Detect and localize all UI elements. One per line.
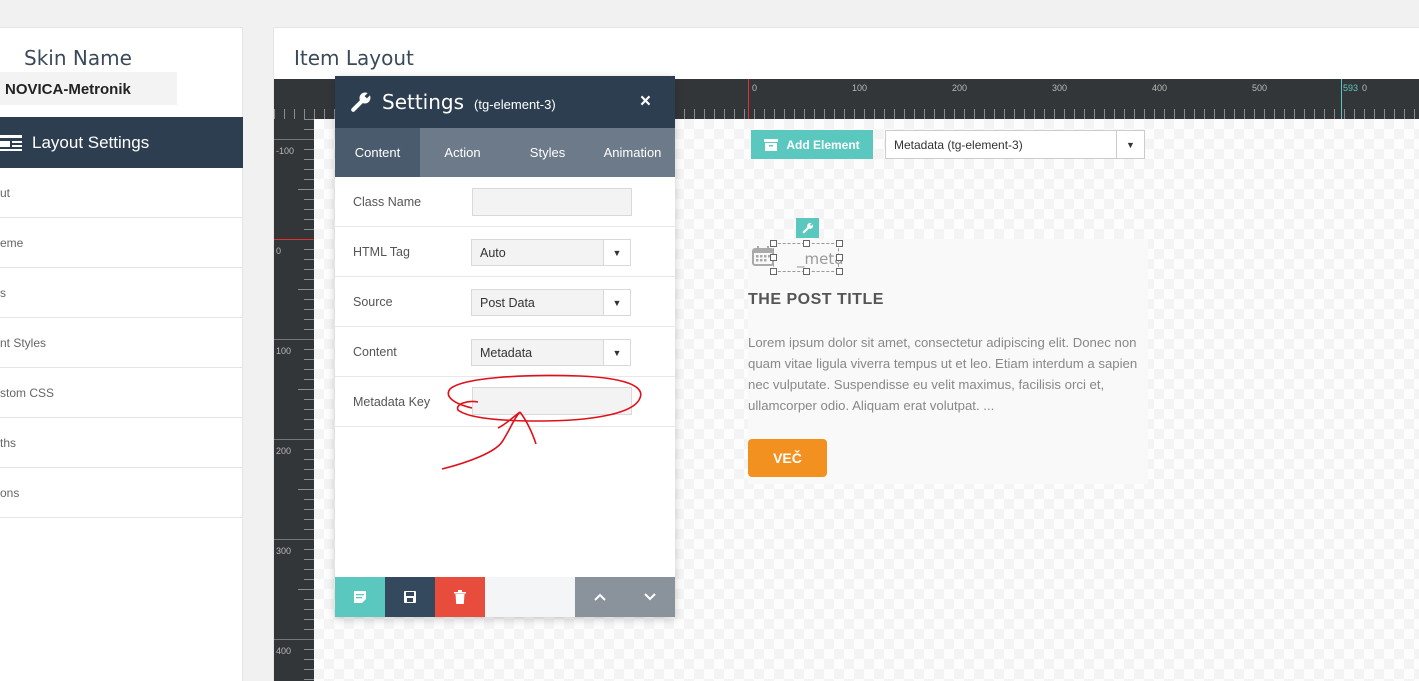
resize-handle[interactable]	[770, 254, 777, 261]
caret-down-icon: ▼	[603, 290, 630, 315]
source-label: Source	[353, 295, 393, 309]
settings-panel: Settings (tg-element-3) × Content Action…	[335, 76, 675, 617]
ruler-top-label: 593	[1343, 83, 1359, 93]
settings-title: Settings	[382, 90, 465, 114]
save-icon	[404, 591, 416, 603]
field-row-content: Content Metadata ▼	[335, 327, 675, 377]
side-item-paths[interactable]: ths	[0, 418, 243, 468]
layout-settings-item[interactable]: Layout Settings	[0, 117, 243, 168]
archive-icon	[764, 138, 779, 151]
caret-down-icon: ▼	[603, 340, 630, 365]
html-tag-select[interactable]: Auto ▼	[471, 239, 631, 266]
resize-handle[interactable]	[803, 268, 810, 275]
wrench-icon	[351, 92, 371, 112]
ruler-top-label: 300	[1052, 83, 1068, 93]
ruler-left-label: 200	[276, 446, 292, 456]
tab-action[interactable]: Action	[420, 128, 505, 177]
ruler-left-label: 100	[276, 346, 292, 356]
left-panel: Skin Name NOVICA-Metronik Layout Setting…	[0, 27, 243, 681]
field-row-metadata-key: Metadata Key	[335, 377, 675, 427]
ruler-left-label: 300	[276, 546, 292, 556]
post-title[interactable]: THE POST TITLE	[748, 291, 884, 309]
ruler-origin-marker	[274, 239, 314, 240]
content-value: Metadata	[480, 346, 533, 360]
ruler-origin-marker	[748, 79, 749, 119]
source-value: Post Data	[480, 296, 535, 310]
resize-handle[interactable]	[770, 268, 777, 275]
note-button[interactable]	[335, 577, 385, 617]
layout-settings-label: Layout Settings	[32, 132, 150, 152]
metadata-key-label: Metadata Key	[353, 395, 431, 409]
chevron-up-icon	[594, 593, 606, 601]
read-more-button[interactable]: VEČ	[748, 439, 827, 477]
skin-name-field[interactable]: NOVICA-Metronik	[0, 72, 177, 105]
side-item-custom-css[interactable]: stom CSS	[0, 368, 243, 418]
chevron-down-icon	[644, 593, 656, 601]
field-row-source: Source Post Data ▼	[335, 277, 675, 327]
settings-tabs: Content Action Styles Animation	[335, 128, 675, 177]
ruler-top-label: 100	[852, 83, 868, 93]
trash-icon	[454, 590, 466, 604]
ruler-left-label: 0	[276, 246, 282, 256]
ruler-top-label: 500	[1252, 83, 1268, 93]
content-label: Content	[353, 345, 397, 359]
wrench-icon	[802, 222, 813, 234]
side-item-s[interactable]: s	[0, 268, 243, 318]
metadata-key-input[interactable]	[472, 387, 632, 415]
side-item-theme[interactable]: eme	[0, 218, 243, 268]
skin-name-label: Skin Name	[24, 46, 132, 70]
field-row-html-tag: HTML Tag Auto ▼	[335, 227, 675, 277]
ruler-top-label: 200	[952, 83, 968, 93]
add-element-button[interactable]: Add Element	[751, 130, 873, 159]
tab-styles[interactable]: Styles	[505, 128, 590, 177]
ruler-left[interactable]: -100 0 100 200 300 400	[274, 119, 314, 681]
resize-handle[interactable]	[803, 240, 810, 247]
html-tag-label: HTML Tag	[353, 245, 410, 259]
settings-header[interactable]: Settings (tg-element-3) ×	[335, 76, 675, 128]
footer-spacer	[485, 577, 575, 617]
side-item-layout[interactable]: ut	[0, 168, 243, 218]
ruler-width-marker	[1341, 79, 1342, 119]
element-select-value: Metadata (tg-element-3)	[894, 138, 1023, 152]
element-settings-badge[interactable]	[796, 218, 819, 238]
ruler-top-label: 0	[1362, 83, 1368, 93]
side-menu: ut eme s nt Styles stom CSS ths ons	[0, 168, 243, 518]
close-icon[interactable]: ×	[640, 91, 651, 113]
add-element-label: Add Element	[786, 137, 860, 152]
resize-handle[interactable]	[770, 240, 777, 247]
class-name-label: Class Name	[353, 195, 422, 209]
ruler-top-label: 400	[1152, 83, 1168, 93]
item-layout-title: Item Layout	[294, 46, 414, 70]
move-down-button[interactable]	[625, 577, 675, 617]
content-select[interactable]: Metadata ▼	[471, 339, 631, 366]
class-name-input[interactable]	[472, 188, 632, 216]
post-excerpt[interactable]: Lorem ipsum dolor sit amet, consectetur …	[748, 332, 1150, 416]
resize-handle[interactable]	[836, 268, 843, 275]
settings-element-id: (tg-element-3)	[474, 96, 556, 112]
field-row-class-name: Class Name	[335, 177, 675, 227]
caret-down-icon: ▼	[603, 240, 630, 265]
save-button[interactable]	[385, 577, 435, 617]
tab-content[interactable]: Content	[335, 128, 420, 177]
note-icon	[354, 591, 366, 603]
ruler-left-ticks	[274, 119, 314, 680]
ruler-left-label: -100	[276, 146, 295, 156]
tab-animation[interactable]: Animation	[590, 128, 675, 177]
move-up-button[interactable]	[575, 577, 625, 617]
html-tag-value: Auto	[480, 246, 506, 260]
delete-button[interactable]	[435, 577, 485, 617]
caret-down-icon: ▼	[1116, 131, 1144, 158]
side-item-options[interactable]: ons	[0, 468, 243, 518]
resize-handle[interactable]	[836, 254, 843, 261]
ruler-left-label: 400	[276, 646, 292, 656]
resize-handle[interactable]	[836, 240, 843, 247]
source-select[interactable]: Post Data ▼	[471, 289, 631, 316]
ruler-top-label: 0	[752, 83, 758, 93]
settings-footer	[335, 577, 675, 617]
layout-icon	[0, 134, 22, 152]
element-select[interactable]: Metadata (tg-element-3) ▼	[885, 130, 1145, 159]
side-item-element-styles[interactable]: nt Styles	[0, 318, 243, 368]
